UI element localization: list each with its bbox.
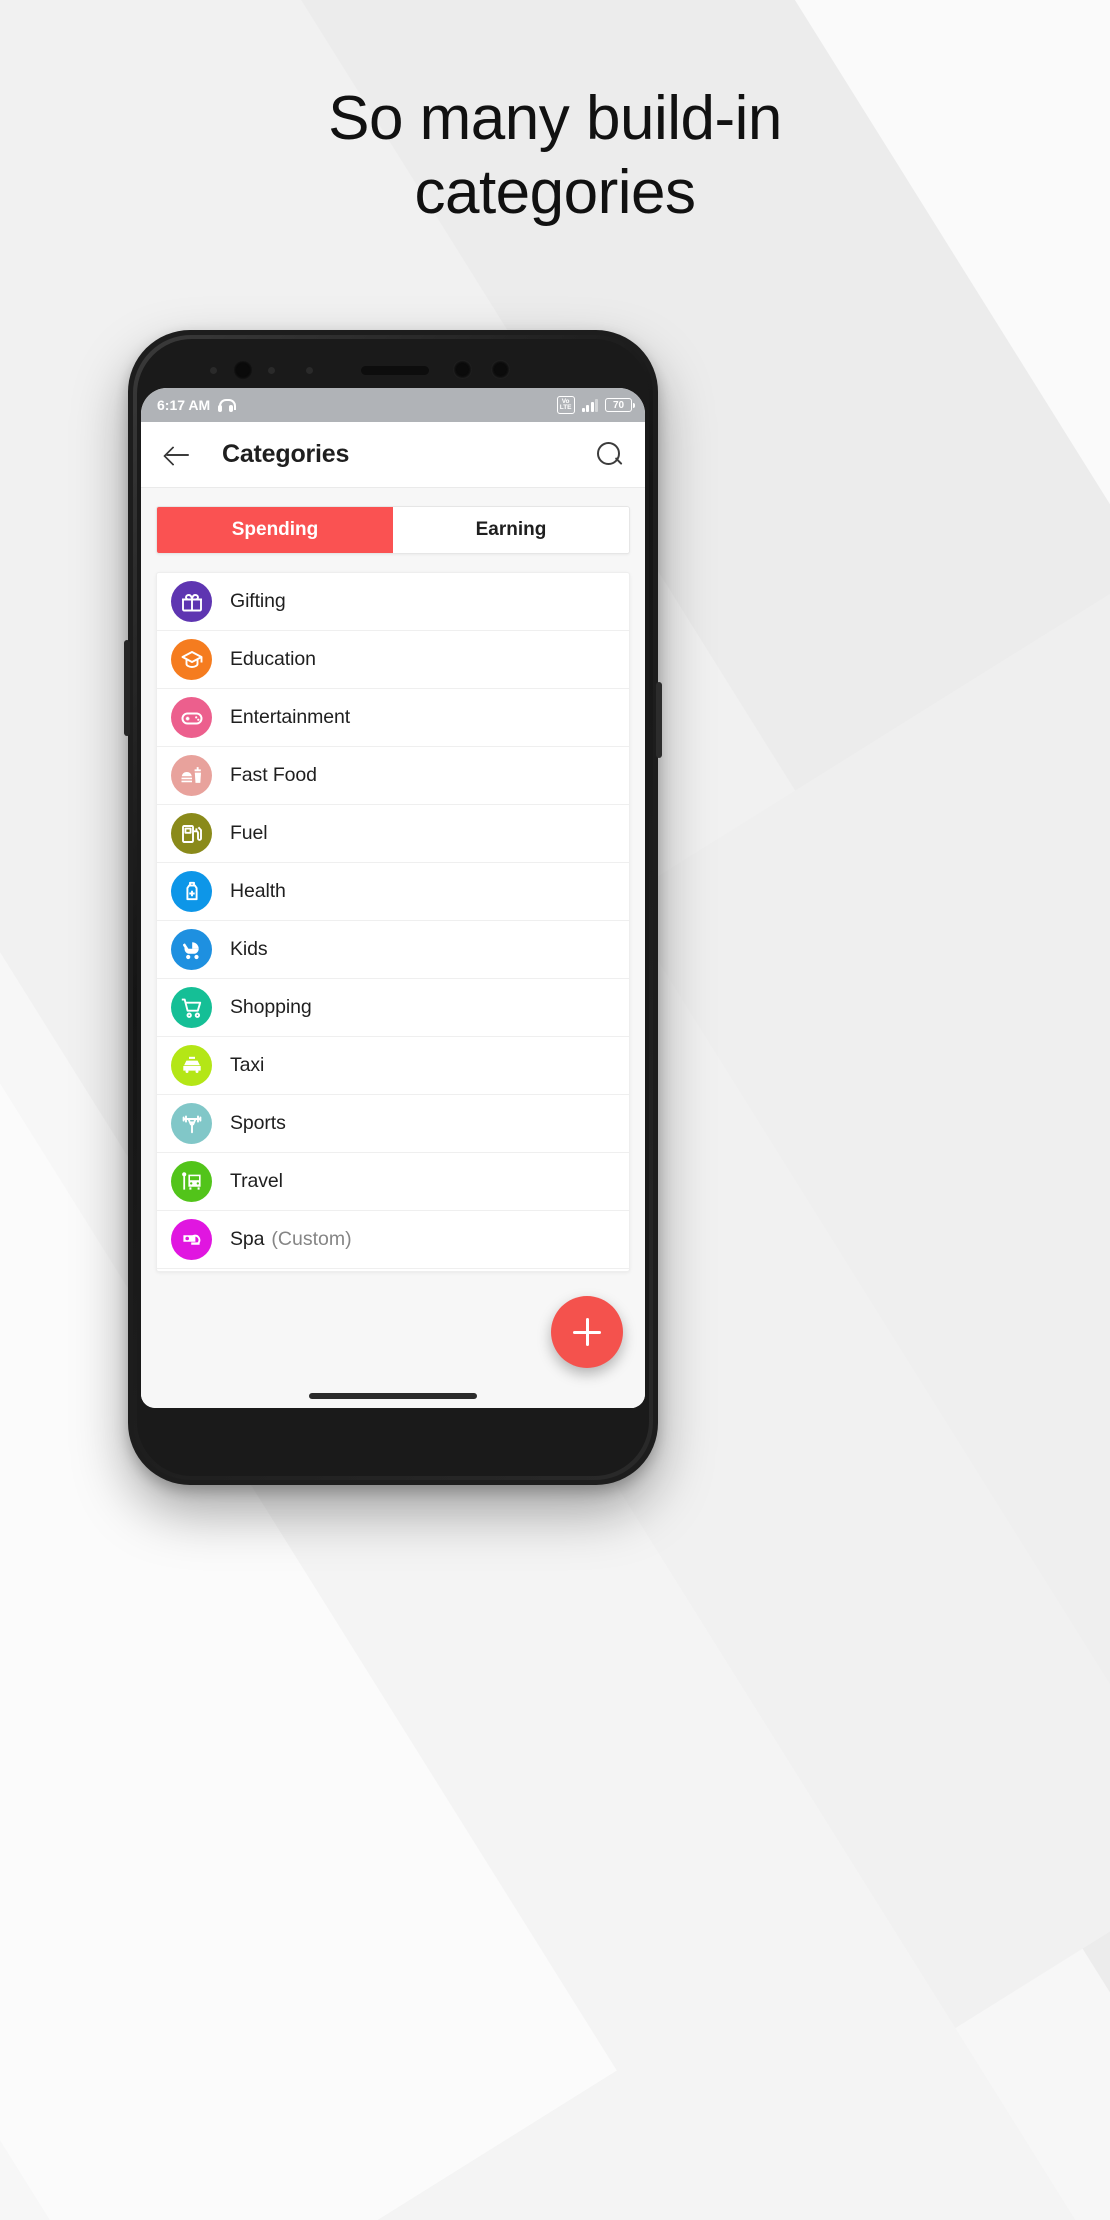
category-label: Sports xyxy=(230,1112,286,1134)
front-camera xyxy=(233,360,253,380)
burger-drink-icon xyxy=(171,755,212,796)
status-time: 6:17 AM xyxy=(157,397,211,413)
graduation-cap-icon xyxy=(171,639,212,680)
fuel-pump-icon xyxy=(171,813,212,854)
battery-icon: 70 xyxy=(605,398,635,412)
category-label: Fuel xyxy=(230,822,268,844)
headphone-icon xyxy=(218,398,237,412)
category-row[interactable]: Spa (Custom) xyxy=(157,1211,629,1269)
gift-icon xyxy=(171,581,212,622)
taxi-icon xyxy=(171,1045,212,1086)
status-bar-right: Vo LTE 70 xyxy=(556,396,635,414)
status-bar: 6:17 AM Vo LTE 70 xyxy=(141,388,645,422)
sensor-lens xyxy=(453,360,472,379)
headline-line-1: So many build-in xyxy=(328,84,782,153)
category-row[interactable]: Fast Food xyxy=(157,747,629,805)
volte-bottom: LTE xyxy=(559,404,572,411)
category-label: Spa xyxy=(230,1228,265,1250)
shopping-cart-icon xyxy=(171,987,212,1028)
phone-screen: 6:17 AM Vo LTE 70 Categories Spending Ea… xyxy=(141,388,645,1408)
promo-headline: So many build-in categories xyxy=(0,82,1110,231)
category-label: Fast Food xyxy=(230,764,317,786)
add-category-button[interactable] xyxy=(551,1296,623,1368)
category-row[interactable]: Gifting xyxy=(157,573,629,631)
content-area: Spending Earning Gifting Education Enterta… xyxy=(141,488,645,1408)
search-icon[interactable] xyxy=(593,439,625,471)
category-row[interactable]: Kids xyxy=(157,921,629,979)
category-row[interactable]: Fuel xyxy=(157,805,629,863)
sensor-dot xyxy=(306,367,313,374)
battery-level: 70 xyxy=(612,399,625,411)
plus-icon xyxy=(573,1318,601,1346)
category-row[interactable]: Health xyxy=(157,863,629,921)
category-label: Entertainment xyxy=(230,706,351,728)
volte-icon: Vo LTE xyxy=(556,396,575,414)
category-row[interactable]: Taxi xyxy=(157,1037,629,1095)
navigation-pill[interactable] xyxy=(309,1393,477,1399)
gamepad-icon xyxy=(171,697,212,738)
stroller-icon xyxy=(171,929,212,970)
category-label: Taxi xyxy=(230,1054,265,1076)
bus-icon xyxy=(171,1161,212,1202)
category-label: Gifting xyxy=(230,590,286,612)
category-list: Gifting Education Entertainment Fast Food Fu… xyxy=(156,572,630,1272)
sensor-dot xyxy=(268,367,275,374)
phone-sensor-area xyxy=(128,350,658,390)
status-bar-left: 6:17 AM xyxy=(157,397,237,413)
category-label: Health xyxy=(230,880,286,902)
volume-button[interactable] xyxy=(124,640,130,736)
sensor-dot xyxy=(210,367,217,374)
category-row[interactable]: Sports xyxy=(157,1095,629,1153)
category-row[interactable]: Shopping xyxy=(157,979,629,1037)
category-label: Travel xyxy=(230,1170,283,1192)
spa-icon xyxy=(171,1219,212,1260)
weightlifter-icon xyxy=(171,1103,212,1144)
headline-line-2: categories xyxy=(414,158,696,228)
tab-bar: Spending Earning xyxy=(156,506,630,554)
category-row[interactable]: Education xyxy=(157,631,629,689)
back-arrow-icon[interactable] xyxy=(161,438,195,472)
tab-spending[interactable]: Spending xyxy=(157,507,393,553)
category-label: Shopping xyxy=(230,996,312,1018)
app-bar: Categories xyxy=(141,422,645,488)
page-title: Categories xyxy=(222,440,350,468)
sensor-lens xyxy=(491,360,510,379)
category-row[interactable]: Entertainment xyxy=(157,689,629,747)
category-row[interactable]: Travel xyxy=(157,1153,629,1211)
medicine-bottle-icon xyxy=(171,871,212,912)
tab-earning[interactable]: Earning xyxy=(393,507,629,553)
category-label: Kids xyxy=(230,938,268,960)
category-label: Education xyxy=(230,648,316,670)
earpiece-speaker xyxy=(361,366,429,375)
phone-mockup: 6:17 AM Vo LTE 70 Categories Spending Ea… xyxy=(124,330,662,1485)
signal-strength-icon xyxy=(581,398,598,412)
category-custom-tag: (Custom) xyxy=(271,1228,352,1250)
power-button[interactable] xyxy=(656,682,662,758)
